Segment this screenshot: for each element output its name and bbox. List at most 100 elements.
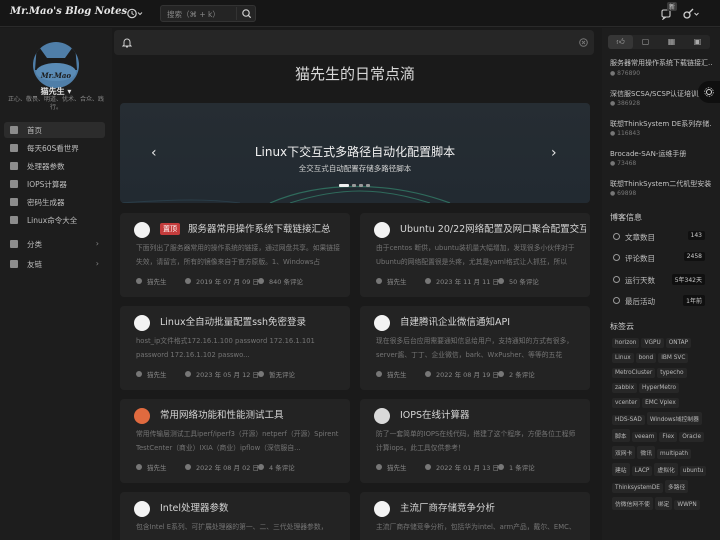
popular-post-title[interactable]: 联想ThinkSystem二代机型安装... (610, 179, 712, 189)
post-author[interactable]: 猫先生 (387, 462, 425, 472)
calendar-icon[interactable]: ▦ (659, 35, 684, 49)
post-author[interactable]: 猫先生 (387, 369, 425, 379)
sidebar-item-categories[interactable]: 分类 › (4, 236, 105, 252)
post-title[interactable]: 常用网络功能和性能测试工具 (160, 407, 346, 421)
post-author[interactable]: 猫先生 (387, 276, 425, 286)
tag-item[interactable]: 脚本 (612, 429, 630, 442)
post-title[interactable]: Intel处理器参数 (160, 500, 346, 514)
post-card[interactable]: 主流厂商存储竞争分析 主流厂商存储竞争分析，包括华为intel、arm产品，戴尔… (360, 492, 590, 540)
tag-item[interactable]: 微讯 (637, 446, 656, 459)
post-author[interactable]: 猫先生 (147, 369, 185, 379)
popular-post-title[interactable]: 深信服SCSA/SCSP认证培训资... (610, 89, 712, 99)
post-comments[interactable]: 暂无评论 (269, 369, 295, 379)
post-excerpt: 常用传输层测试工具iperf/iperf3（开源）netperf（开源）Spir… (136, 430, 339, 452)
tag-item[interactable]: 多路径 (664, 480, 689, 493)
tag-item[interactable]: IBM SVC (658, 353, 689, 363)
stat-value: 5年342天 (671, 274, 705, 285)
sidebar-item-cpu-params[interactable]: 处理器参数 (4, 158, 105, 174)
tag-item[interactable]: bond (635, 353, 657, 363)
tag-item[interactable]: EMC Vplex (642, 398, 679, 408)
site-logo[interactable]: Mr.Mao's Blog Notes (10, 6, 127, 17)
post-card[interactable]: 自建腾讯企业微信通知API 现在很多后台应用需要通知信息给用户，支持通知的方式有… (360, 306, 590, 390)
tag-item[interactable]: horizon (612, 338, 640, 348)
post-excerpt: 下面列出了服务器常用的操作系统的链接，通过网盘共享。如果链接失效，请留言，所有的… (136, 244, 340, 266)
post-date: 2022 年 08 月 19 日 (436, 371, 499, 379)
sidebar-item-linux-commands[interactable]: Linux命令大全 (4, 212, 105, 228)
gift-icon[interactable]: ▣ (685, 35, 710, 49)
post-card[interactable]: Intel处理器参数 包含Intel E系列、可扩展处理器的第一、二、三代处理器… (120, 492, 350, 540)
tag-item[interactable]: vcenter (612, 398, 641, 408)
post-author[interactable]: 猫先生 (147, 276, 185, 286)
carousel-dot[interactable] (359, 184, 363, 187)
carousel-dot[interactable] (366, 184, 370, 187)
post-comments[interactable]: 50 条评论 (509, 276, 539, 286)
tag-item[interactable]: VGPU (641, 338, 664, 348)
tag-item[interactable]: WWPN (674, 500, 700, 510)
notification-button[interactable]: 新 (661, 2, 678, 20)
carousel-dot[interactable] (352, 184, 356, 187)
post-comments[interactable]: 4 条评论 (269, 462, 295, 472)
popular-post-title[interactable]: Brocade-SAN-运维手册 (610, 149, 712, 159)
tag-item[interactable]: Windows域控制器 (646, 412, 702, 425)
tag-item[interactable]: zabbix (612, 383, 637, 393)
post-card[interactable]: IOPS在线计算器 防了一套简单的IOPS在线代码，搭建了这个程序，方便各位工程… (360, 399, 590, 483)
post-author[interactable]: 猫先生 (147, 462, 185, 472)
comment-icon (613, 254, 620, 261)
sidebar-item-60s-news[interactable]: 每天60S看世界 (4, 140, 105, 156)
tag-item[interactable]: 双网卡 (612, 446, 636, 459)
tag-item[interactable]: ThinksystemDE (612, 483, 663, 493)
post-comments[interactable]: 2 条评论 (509, 369, 535, 379)
settings-float-button[interactable] (698, 81, 720, 103)
carousel-prev-button[interactable]: ‹ (151, 145, 157, 161)
post-card[interactable]: Ubuntu 20/22网络配置及网口聚合配置交互... 由于centos 断供… (360, 213, 590, 297)
tag-item[interactable]: Oracle (679, 432, 705, 442)
comment-icon[interactable]: ▢ (633, 35, 658, 49)
tag-item[interactable]: MetroCluster (612, 368, 656, 378)
tag-item[interactable]: ONTAP (665, 338, 692, 348)
tag-item[interactable]: HyperMetro (639, 383, 680, 393)
post-card[interactable]: 常用网络功能和性能测试工具 常用传输层测试工具iperf/iperf3（开源）n… (120, 399, 350, 483)
search-input[interactable]: 搜索（⌘ + k） (167, 9, 220, 20)
blog-info-title: 博客信息 (610, 213, 642, 222)
close-circle-icon[interactable] (579, 38, 588, 47)
sidebar-item-iops-calculator[interactable]: IOPS计算器 (4, 176, 105, 192)
popular-post-title[interactable]: 服务器常用操作系统下载链接汇... (610, 58, 712, 68)
post-title[interactable]: 服务器常用操作系统下载链接汇总 (188, 221, 346, 235)
avatar[interactable]: Mr.Mao (33, 42, 79, 88)
tag-item[interactable]: typecho (657, 368, 687, 378)
settings-button[interactable] (682, 8, 700, 20)
search-box[interactable]: 搜索（⌘ + k） (160, 5, 256, 22)
carousel-next-button[interactable]: › (551, 145, 557, 161)
post-title[interactable]: Linux全自动批量配置ssh免密登录 (160, 314, 346, 328)
thumbs-up-icon[interactable]: 👍︎ (608, 35, 633, 49)
tag-item[interactable]: multipath (657, 449, 692, 459)
tag-item[interactable]: Flex (659, 432, 678, 442)
post-title[interactable]: IOPS在线计算器 (400, 407, 586, 421)
post-card[interactable]: Linux全自动批量配置ssh免密登录 host_ip文件格式172.16.1.… (120, 306, 350, 390)
carousel-title[interactable]: Linux下交互式多路径自动化配置脚本 (120, 143, 590, 160)
tag-item[interactable]: Linux (612, 353, 634, 363)
tag-item[interactable]: ubuntu (679, 466, 707, 476)
post-title[interactable]: 主流厂商存储竞争分析 (400, 500, 586, 514)
post-comments[interactable]: 840 条评论 (269, 276, 303, 286)
search-button[interactable] (236, 7, 255, 20)
sidebar-item-password-generator[interactable]: 密码生成器 (4, 194, 105, 210)
tag-item[interactable]: 建站 (612, 463, 630, 476)
popular-post-title[interactable]: 联想ThinkSystem DE系列存储... (610, 119, 712, 129)
post-comments[interactable]: 1 条评论 (509, 462, 535, 472)
tag-item[interactable]: LACP (631, 466, 653, 476)
clock-icon (127, 8, 143, 19)
carousel-dot[interactable] (339, 184, 349, 187)
sidebar-item-home[interactable]: 首页 (4, 122, 105, 138)
theme-toggle-button[interactable] (126, 7, 144, 20)
tag-item[interactable]: 虚拟化 (654, 463, 678, 476)
post-excerpt: 防了一套简单的IOPS在线代码，搭建了这个程序，方便各位工程师计算iops，此工… (376, 430, 576, 452)
post-title[interactable]: 自建腾讯企业微信通知API (400, 314, 586, 328)
tag-item[interactable]: veeam (631, 432, 658, 442)
tag-item[interactable]: 绑定 (654, 497, 673, 510)
post-card[interactable]: 置顶 服务器常用操作系统下载链接汇总 下面列出了服务器常用的操作系统的链接，通过… (120, 213, 350, 297)
sidebar-item-friend-links[interactable]: 友链 › (4, 256, 105, 272)
post-title[interactable]: Ubuntu 20/22网络配置及网口聚合配置交互... (400, 221, 586, 235)
tag-item[interactable]: 仿微信网不使 (612, 497, 653, 510)
tag-item[interactable]: HDS-SAD (612, 415, 645, 425)
